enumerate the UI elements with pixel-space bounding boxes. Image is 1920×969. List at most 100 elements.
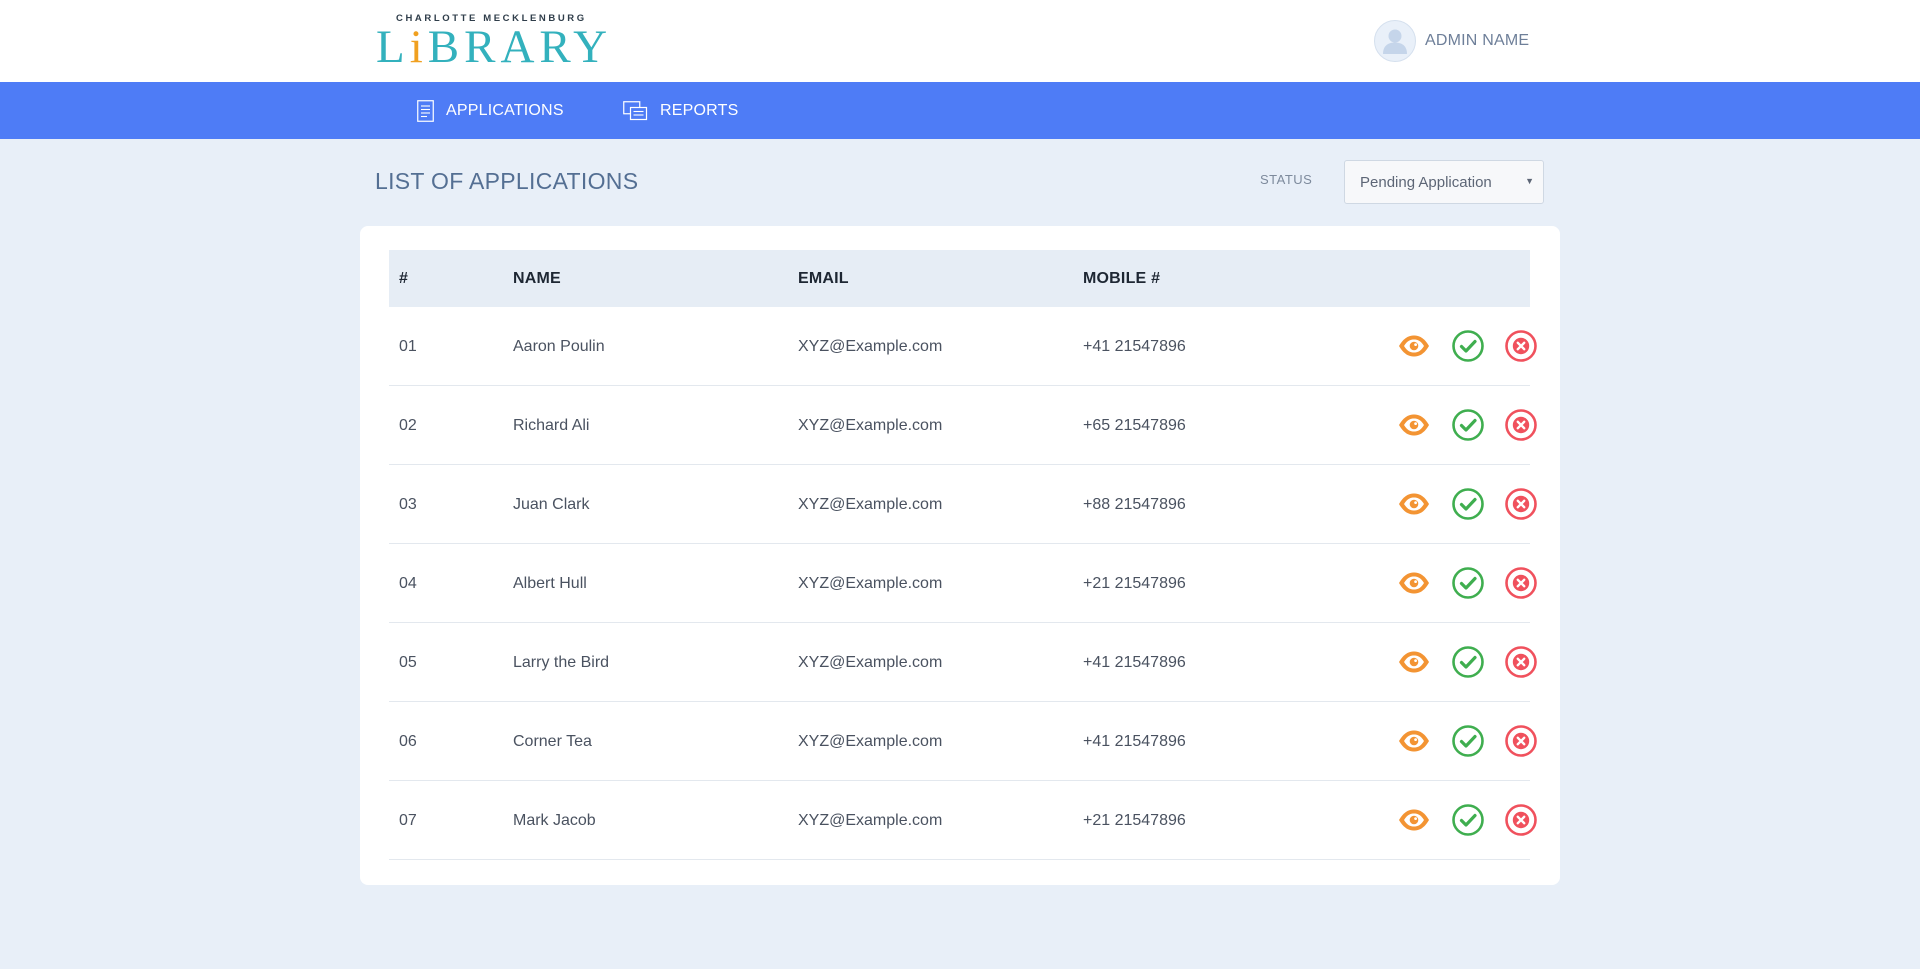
reject-button[interactable] xyxy=(1504,408,1538,442)
view-button[interactable] xyxy=(1397,724,1431,758)
applicant-name: Larry the Bird xyxy=(513,654,610,671)
check-circle-icon xyxy=(1451,487,1485,521)
applicant-name: Corner Tea xyxy=(513,733,592,750)
eye-icon xyxy=(1397,329,1431,363)
applicant-email: XYZ@Example.com xyxy=(798,654,943,671)
x-circle-icon xyxy=(1504,803,1538,837)
applicant-mobile: +88 21547896 xyxy=(1083,496,1186,513)
applicant-email: XYZ@Example.com xyxy=(798,812,943,829)
status-label: STATUS xyxy=(1260,172,1313,187)
check-circle-icon xyxy=(1451,329,1485,363)
applicant-name: Richard Ali xyxy=(513,417,590,434)
column-header-mobile: MOBILE # xyxy=(1083,270,1161,287)
reject-button[interactable] xyxy=(1504,566,1538,600)
applicant-mobile: +41 21547896 xyxy=(1083,654,1186,671)
applicant-mobile: +21 21547896 xyxy=(1083,575,1186,592)
main-nav: APPLICATIONS REPORTS xyxy=(0,82,1920,139)
reject-button[interactable] xyxy=(1504,724,1538,758)
approve-button[interactable] xyxy=(1451,566,1485,600)
library-logo[interactable]: CHARLOTTE MECKLENBURG LiBRARY xyxy=(376,12,607,72)
approve-button[interactable] xyxy=(1451,724,1485,758)
row-number: 02 xyxy=(399,417,417,434)
eye-icon xyxy=(1397,408,1431,442)
applicant-mobile: +21 21547896 xyxy=(1083,812,1186,829)
user-avatar-icon xyxy=(1374,20,1416,62)
applicant-name: Aaron Poulin xyxy=(513,338,605,355)
table-row: 06 Corner Tea XYZ@Example.com +41 21547896 xyxy=(389,702,1537,781)
row-number: 01 xyxy=(399,338,417,355)
status-select-value: Pending Application xyxy=(1360,173,1492,191)
view-button[interactable] xyxy=(1397,803,1431,837)
applicant-mobile: +41 21547896 xyxy=(1083,733,1186,750)
logo-main-text: LiBRARY xyxy=(376,21,613,73)
applicant-email: XYZ@Example.com xyxy=(798,733,943,750)
user-menu[interactable]: ADMIN NAME xyxy=(1374,20,1529,62)
applicant-mobile: +41 21547896 xyxy=(1083,338,1186,355)
document-icon xyxy=(417,99,434,122)
view-button[interactable] xyxy=(1397,408,1431,442)
reject-button[interactable] xyxy=(1504,645,1538,679)
x-circle-icon xyxy=(1504,408,1538,442)
x-circle-icon xyxy=(1504,329,1538,363)
nav-label-reports: REPORTS xyxy=(660,101,739,119)
nav-item-reports[interactable]: REPORTS xyxy=(623,82,738,139)
status-select[interactable]: Pending Application ▼ xyxy=(1344,160,1544,204)
view-button[interactable] xyxy=(1397,487,1431,521)
row-number: 04 xyxy=(399,575,417,592)
row-number: 03 xyxy=(399,496,417,513)
nav-label-applications: APPLICATIONS xyxy=(446,101,564,119)
check-circle-icon xyxy=(1451,724,1485,758)
table-header: # NAME EMAIL MOBILE # xyxy=(389,250,1530,307)
applicant-email: XYZ@Example.com xyxy=(798,338,943,355)
eye-icon xyxy=(1397,803,1431,837)
view-button[interactable] xyxy=(1397,645,1431,679)
column-header-number: # xyxy=(399,270,409,287)
reject-button[interactable] xyxy=(1504,329,1538,363)
nav-item-applications[interactable]: APPLICATIONS xyxy=(417,82,564,139)
approve-button[interactable] xyxy=(1451,408,1485,442)
check-circle-icon xyxy=(1451,566,1485,600)
x-circle-icon xyxy=(1504,645,1538,679)
table-row: 05 Larry the Bird XYZ@Example.com +41 21547… xyxy=(389,623,1537,702)
table-row: 01 Aaron Poulin XYZ@Example.com +41 2154789… xyxy=(389,307,1537,386)
x-circle-icon xyxy=(1504,566,1538,600)
applicant-name: Mark Jacob xyxy=(513,812,596,829)
eye-icon xyxy=(1397,724,1431,758)
reject-button[interactable] xyxy=(1504,487,1538,521)
applicant-mobile: +65 21547896 xyxy=(1083,417,1186,434)
approve-button[interactable] xyxy=(1451,329,1485,363)
table-row: 04 Albert Hull XYZ@Example.com +21 21547896 xyxy=(389,544,1537,623)
approve-button[interactable] xyxy=(1451,487,1485,521)
applicant-name: Albert Hull xyxy=(513,575,587,592)
applicant-email: XYZ@Example.com xyxy=(798,417,943,434)
applicant-email: XYZ@Example.com xyxy=(798,496,943,513)
reports-icon xyxy=(623,100,648,120)
reject-button[interactable] xyxy=(1504,803,1538,837)
approve-button[interactable] xyxy=(1451,803,1485,837)
eye-icon xyxy=(1397,487,1431,521)
approve-button[interactable] xyxy=(1451,645,1485,679)
row-number: 06 xyxy=(399,733,417,750)
applications-card: # NAME EMAIL MOBILE # 01 Aaron Poulin XYZ@… xyxy=(360,226,1560,885)
x-circle-icon xyxy=(1504,724,1538,758)
check-circle-icon xyxy=(1451,408,1485,442)
view-button[interactable] xyxy=(1397,566,1431,600)
table-row: 07 Mark Jacob XYZ@Example.com +21 21547896 xyxy=(389,781,1537,860)
user-name: ADMIN NAME xyxy=(1425,32,1530,49)
table-row: 02 Richard Ali XYZ@Example.com +65 21547896 xyxy=(389,386,1537,465)
x-circle-icon xyxy=(1504,487,1538,521)
view-button[interactable] xyxy=(1397,329,1431,363)
row-number: 07 xyxy=(399,812,417,829)
column-header-email: EMAIL xyxy=(798,270,849,287)
eye-icon xyxy=(1397,566,1431,600)
applicant-name: Juan Clark xyxy=(513,496,590,513)
caret-down-icon: ▼ xyxy=(1525,176,1534,186)
applicant-email: XYZ@Example.com xyxy=(798,575,943,592)
column-header-name: NAME xyxy=(513,270,561,287)
row-number: 05 xyxy=(399,654,417,671)
page-title: LIST OF APPLICATIONS xyxy=(375,168,639,194)
check-circle-icon xyxy=(1451,645,1485,679)
table-row: 03 Juan Clark XYZ@Example.com +88 21547896 xyxy=(389,465,1537,544)
check-circle-icon xyxy=(1451,803,1485,837)
header: CHARLOTTE MECKLENBURG LiBRARY ADMIN NAME xyxy=(0,0,1920,82)
